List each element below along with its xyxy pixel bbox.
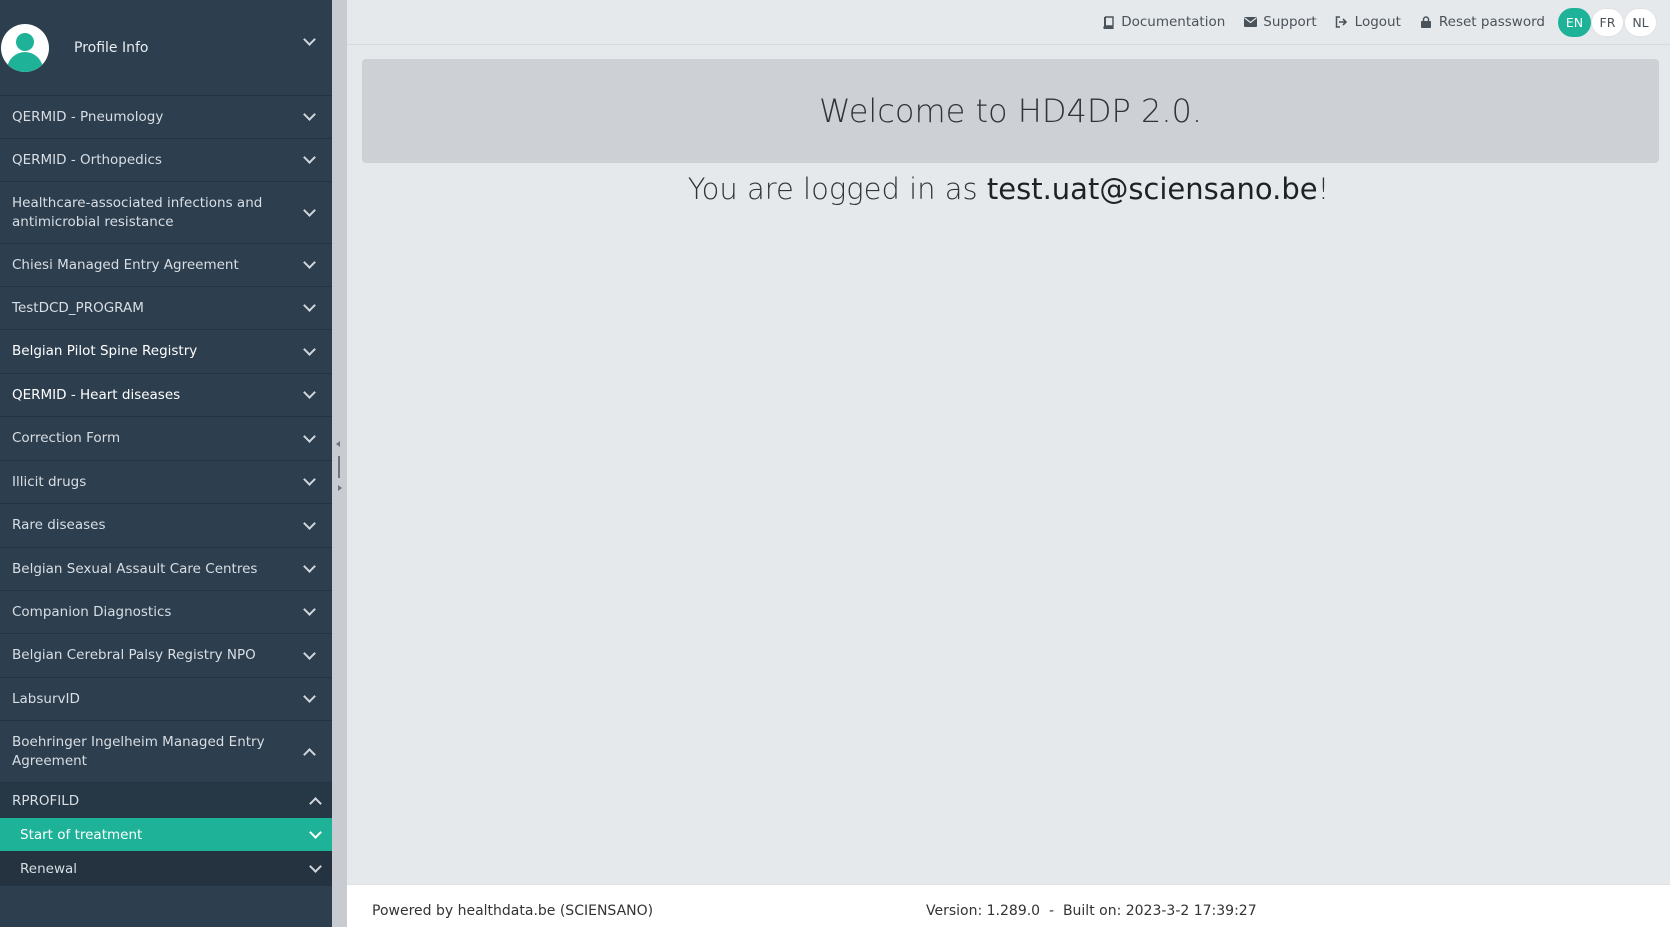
chevron-down-icon	[303, 516, 316, 530]
support-label: Support	[1263, 14, 1317, 30]
lang-nl-button[interactable]: NL	[1624, 7, 1657, 37]
sidebar-item-label: Belgian Sexual Assault Care Centres	[12, 560, 258, 577]
welcome-banner: Welcome to HD4DP 2.0.	[362, 59, 1659, 163]
chevron-up-icon	[303, 747, 316, 761]
sidebar: Profile Info QERMID - Pneumology QERMID …	[0, 0, 332, 927]
sidebar-item-renewal[interactable]: Renewal	[0, 851, 332, 886]
sidebar-item-cerebral-palsy[interactable]: Belgian Cerebral Palsy Registry NPO	[0, 634, 332, 678]
powered-by-text: Powered by healthdata.be (SCIENSANO)	[372, 903, 654, 919]
sidebar-item-label: Boehringer Ingelheim Managed Entry Agree…	[12, 733, 265, 769]
chevron-up-icon	[309, 796, 322, 810]
chevron-down-icon	[303, 646, 316, 660]
sidebar-item-chiesi[interactable]: Chiesi Managed Entry Agreement	[0, 244, 332, 287]
logout-label: Logout	[1354, 14, 1401, 30]
documentation-link[interactable]: Documentation	[1101, 14, 1225, 30]
sidebar-item-label: TestDCD_PROGRAM	[12, 299, 144, 316]
chevron-down-icon	[303, 690, 316, 703]
sidebar-item-label: Start of treatment	[20, 826, 143, 843]
reset-password-label: Reset password	[1438, 14, 1545, 30]
sidebar-item-sexual-assault[interactable]: Belgian Sexual Assault Care Centres	[0, 548, 332, 591]
logout-link[interactable]: Logout	[1335, 14, 1401, 30]
profile-info-label: Profile Info	[74, 39, 149, 56]
sidebar-item-boehringer[interactable]: Boehringer Ingelheim Managed Entry Agree…	[0, 721, 332, 783]
chevron-down-icon	[303, 33, 316, 46]
chevron-down-icon	[303, 603, 316, 616]
sidebar-item-label: Healthcare-associated infections and ant…	[12, 194, 263, 230]
chevron-down-icon	[309, 859, 322, 873]
language-switcher: EN FR NL	[1558, 7, 1657, 37]
lock-icon	[1419, 15, 1433, 29]
sidebar-item-rare-diseases[interactable]: Rare diseases	[0, 504, 332, 548]
chevron-down-icon	[303, 151, 316, 164]
reset-password-link[interactable]: Reset password	[1419, 14, 1545, 30]
logged-suffix: !	[1317, 172, 1330, 206]
sidebar-item-illicit-drugs[interactable]: Illicit drugs	[0, 461, 332, 504]
logged-prefix: You are logged in as	[687, 172, 978, 206]
documentation-label: Documentation	[1121, 14, 1226, 30]
login-status: You are logged in as test.uat@sciensano.…	[347, 172, 1670, 206]
chevron-down-icon	[303, 473, 316, 486]
sidebar-item-label: QERMID - Pneumology	[12, 108, 164, 125]
chevron-down-icon	[303, 299, 316, 312]
sidebar-item-healthcare-infections[interactable]: Healthcare-associated infections and ant…	[0, 182, 332, 244]
sidebar-item-qermid-heart[interactable]: QERMID - Heart diseases	[0, 374, 332, 417]
book-icon	[1101, 15, 1115, 29]
sidebar-item-label: LabsurvID	[12, 690, 80, 707]
sidebar-item-testdcd[interactable]: TestDCD_PROGRAM	[0, 287, 332, 330]
version-text: Version: 1.289.0 - Built on: 2023-3-2 17…	[926, 903, 1257, 919]
sidebar-item-label: Chiesi Managed Entry Agreement	[12, 256, 239, 273]
lang-en-button[interactable]: EN	[1558, 7, 1591, 37]
sign-out-icon	[1335, 15, 1349, 29]
envelope-icon	[1243, 15, 1257, 29]
sidebar-item-label: Companion Diagnostics	[12, 603, 172, 620]
sidebar-item-qermid-pneumology[interactable]: QERMID - Pneumology	[0, 96, 332, 139]
sidebar-item-label: QERMID - Orthopedics	[12, 151, 162, 168]
footer: Powered by healthdata.be (SCIENSANO) Ver…	[347, 884, 1670, 927]
chevron-down-icon	[303, 386, 316, 399]
chevron-down-icon	[303, 108, 316, 121]
sidebar-subgroup-rprofild[interactable]: RPROFILD	[0, 783, 332, 818]
collapse-left-icon[interactable]	[336, 441, 340, 447]
sidebar-resize-handle[interactable]	[332, 0, 347, 927]
sidebar-item-label: Belgian Cerebral Palsy Registry NPO	[12, 647, 256, 663]
support-link[interactable]: Support	[1243, 14, 1317, 30]
top-bar: Documentation Support Logout Reset passw…	[347, 0, 1670, 45]
sidebar-item-label: QERMID - Heart diseases	[12, 386, 181, 403]
sidebar-item-label: Renewal	[20, 860, 78, 877]
avatar	[1, 23, 49, 72]
drag-handle-icon	[338, 456, 340, 478]
sidebar-item-spine-registry[interactable]: Belgian Pilot Spine Registry	[0, 330, 332, 374]
profile-info-toggle[interactable]: Profile Info	[0, 0, 332, 96]
sidebar-item-label: RPROFILD	[12, 792, 80, 809]
chevron-down-icon	[303, 429, 316, 443]
chevron-down-icon	[303, 203, 316, 217]
sidebar-item-label: Correction Form	[12, 430, 121, 446]
chevron-down-icon	[303, 342, 316, 356]
sidebar-item-label: Belgian Pilot Spine Registry	[12, 343, 198, 359]
sidebar-item-label: Rare diseases	[12, 517, 106, 533]
chevron-down-icon	[303, 560, 316, 573]
sidebar-item-labsurvid[interactable]: LabsurvID	[0, 678, 332, 721]
logged-user: test.uat@sciensano.be	[986, 172, 1318, 206]
sidebar-item-label: Illicit drugs	[12, 473, 87, 490]
chevron-down-icon	[309, 825, 322, 839]
welcome-title: Welcome to HD4DP 2.0.	[818, 92, 1203, 130]
sidebar-item-companion-diagnostics[interactable]: Companion Diagnostics	[0, 591, 332, 634]
expand-right-icon[interactable]	[338, 485, 342, 491]
sidebar-item-qermid-orthopedics[interactable]: QERMID - Orthopedics	[0, 139, 332, 182]
lang-fr-button[interactable]: FR	[1591, 7, 1624, 37]
chevron-down-icon	[303, 256, 316, 269]
sidebar-item-correction-form[interactable]: Correction Form	[0, 417, 332, 461]
sidebar-item-start-of-treatment[interactable]: Start of treatment	[0, 818, 332, 851]
